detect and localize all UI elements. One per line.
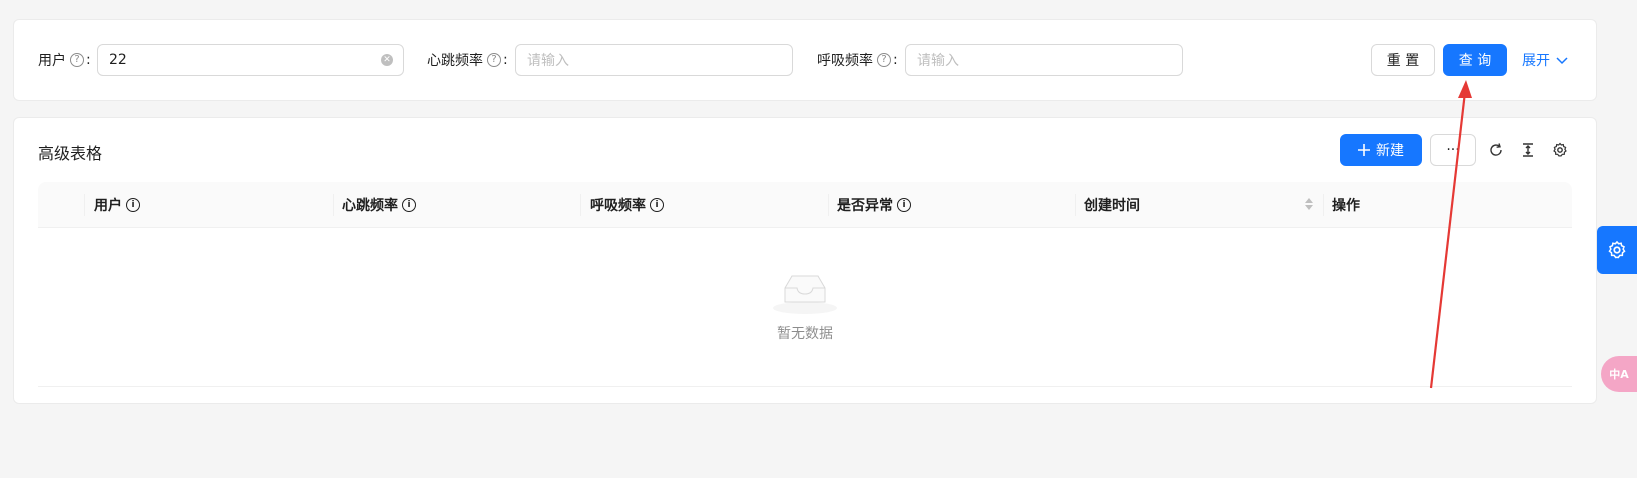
info-icon[interactable]: i — [126, 198, 140, 212]
breath-input[interactable]: 请输入 — [905, 44, 1183, 76]
column-header-abnormal: 是否异常 i — [837, 182, 911, 228]
empty-inbox-icon — [760, 268, 850, 320]
label-colon: : — [86, 52, 91, 68]
help-icon[interactable]: ? — [877, 53, 891, 67]
column-separator — [580, 194, 581, 216]
info-icon[interactable]: i — [897, 198, 911, 212]
table-bottom-divider — [38, 386, 1572, 387]
info-icon[interactable]: i — [650, 198, 664, 212]
heartrate-field-label: 心跳频率 ? : — [427, 50, 508, 70]
new-button-label: 新建 — [1376, 143, 1404, 159]
reload-icon[interactable] — [1487, 141, 1505, 159]
query-button[interactable]: 查 询 — [1443, 44, 1507, 76]
column-header-user: 用户 i — [94, 182, 140, 228]
label-colon: : — [503, 52, 508, 68]
column-separator — [84, 194, 85, 216]
user-input-value: 22 — [109, 52, 127, 68]
label-colon: : — [893, 52, 898, 68]
floating-settings-button[interactable] — [1597, 226, 1637, 274]
setting-icon[interactable] — [1551, 141, 1569, 159]
help-icon[interactable]: ? — [70, 53, 84, 67]
expand-toggle[interactable]: 展开 — [1522, 50, 1568, 70]
user-label-text: 用户 — [38, 53, 66, 69]
column-header-breath: 呼吸频率 i — [590, 182, 664, 228]
breath-field-label: 呼吸频率 ? : — [817, 50, 898, 70]
column-separator — [1323, 194, 1324, 216]
chevron-down-icon — [1556, 57, 1568, 65]
reset-button[interactable]: 重 置 — [1371, 44, 1435, 76]
table-title: 高级表格 — [38, 144, 103, 163]
clear-icon[interactable]: ✕ — [381, 54, 393, 66]
column-header-actions: 操作 — [1332, 182, 1360, 228]
breath-label-text: 呼吸频率 — [817, 53, 873, 69]
sort-icon[interactable] — [1305, 198, 1313, 210]
expand-label: 展开 — [1522, 53, 1550, 69]
column-title: 是否异常 — [837, 198, 893, 214]
column-header-heartrate: 心跳频率 i — [342, 182, 416, 228]
column-title: 心跳频率 — [342, 198, 398, 214]
column-separator — [333, 194, 334, 216]
table-header: 用户 i 心跳频率 i 呼吸频率 i 是否异常 i 创建时间 操作 — [38, 182, 1572, 228]
more-button[interactable]: ··· — [1430, 134, 1476, 166]
translate-button[interactable]: 中A — [1601, 356, 1637, 392]
heartrate-label-text: 心跳频率 — [427, 53, 483, 69]
column-title: 呼吸频率 — [590, 198, 646, 214]
column-header-created-time[interactable]: 创建时间 — [1084, 182, 1318, 228]
column-height-icon[interactable] — [1519, 141, 1537, 159]
gear-icon — [1608, 240, 1626, 259]
column-title: 用户 — [94, 198, 122, 214]
breath-placeholder: 请输入 — [917, 53, 959, 69]
user-field-label: 用户 ? : — [38, 50, 91, 70]
plus-icon — [1358, 144, 1370, 156]
sort-descend-icon — [1305, 205, 1313, 210]
column-separator — [828, 194, 829, 216]
sort-ascend-icon — [1305, 198, 1313, 203]
user-input[interactable]: 22 ✕ — [97, 44, 404, 76]
help-icon[interactable]: ? — [487, 53, 501, 67]
column-title: 创建时间 — [1084, 198, 1140, 214]
heartrate-placeholder: 请输入 — [527, 53, 569, 69]
column-separator — [1075, 194, 1076, 216]
column-title: 操作 — [1332, 198, 1360, 214]
new-button[interactable]: 新建 — [1340, 134, 1422, 166]
info-icon[interactable]: i — [402, 198, 416, 212]
empty-text: 暂无数据 — [777, 326, 833, 342]
heartrate-input[interactable]: 请输入 — [515, 44, 793, 76]
